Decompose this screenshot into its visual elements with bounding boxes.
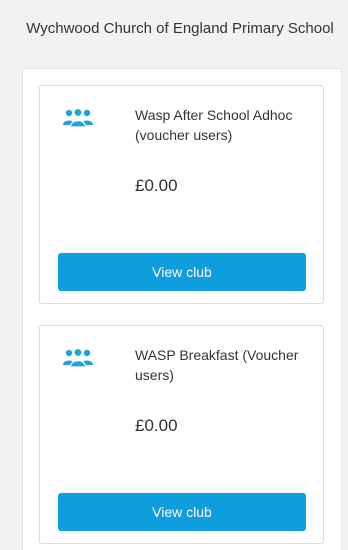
- club-card: WASP Breakfast (Voucher users) £0.00 Vie…: [39, 325, 324, 544]
- view-club-button[interactable]: View club: [58, 253, 306, 291]
- page: Wychwood Church of England Primary Schoo…: [0, 0, 348, 550]
- group-users-icon: [63, 348, 93, 368]
- club-name: Wasp After School Adhoc (voucher users): [135, 107, 293, 143]
- club-price: £0.00: [135, 416, 178, 435]
- club-card: Wasp After School Adhoc (voucher users) …: [39, 85, 324, 304]
- club-name: WASP Breakfast (Voucher users): [135, 347, 299, 383]
- group-users-icon: [63, 108, 93, 128]
- club-price: £0.00: [135, 176, 178, 195]
- school-title: Wychwood Church of England Primary Schoo…: [26, 20, 334, 37]
- view-club-button[interactable]: View club: [58, 493, 306, 531]
